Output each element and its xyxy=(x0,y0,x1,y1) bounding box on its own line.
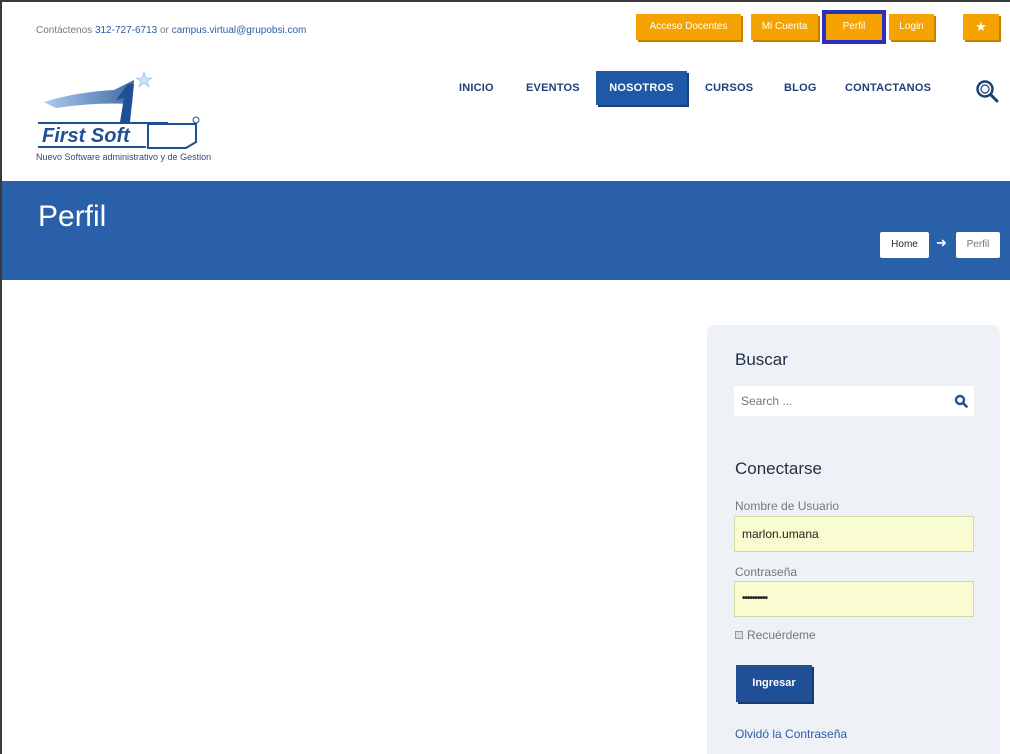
search-submit-icon[interactable] xyxy=(954,394,968,408)
breadcrumb-current: Perfil xyxy=(956,232,1000,258)
nav-eventos[interactable]: EVENTOS xyxy=(526,82,580,94)
login-button[interactable]: Login xyxy=(889,14,934,40)
nav-contactanos[interactable]: CONTACTANOS xyxy=(845,82,931,94)
first-soft-logo-icon: First Soft xyxy=(38,71,200,149)
forgot-password-link[interactable]: Olvidó la Contraseña xyxy=(735,727,847,741)
search-heading: Buscar xyxy=(735,350,788,369)
phone-link[interactable]: 312-727-6713 xyxy=(95,25,157,36)
remember-label: Recuérdeme xyxy=(747,628,816,642)
login-heading: Conectarse xyxy=(735,459,822,478)
page-title: Perfil xyxy=(38,200,107,233)
ingresar-button[interactable]: Ingresar xyxy=(736,665,812,702)
remember-checkbox[interactable] xyxy=(735,631,743,639)
acceso-docentes-button[interactable]: Acceso Docentes xyxy=(636,14,741,40)
site-logo[interactable]: First Soft xyxy=(36,70,206,160)
nav-nosotros[interactable]: NOSOTROS xyxy=(596,71,687,105)
search-input[interactable]: Search ... xyxy=(734,386,974,416)
contact-info: Contáctenos 312-727-6713 or campus.virtu… xyxy=(36,25,306,36)
username-label: Nombre de Usuario xyxy=(735,499,840,513)
remember-me[interactable]: Recuérdeme xyxy=(735,628,816,642)
mi-cuenta-button[interactable]: Mi Cuenta xyxy=(751,14,818,40)
breadcrumb-home[interactable]: Home xyxy=(880,232,929,258)
password-field[interactable]: •••••••••• xyxy=(734,581,974,617)
nav-inicio[interactable]: INICIO xyxy=(459,82,494,94)
password-label: Contraseña xyxy=(735,565,798,579)
nav-blog[interactable]: BLOG xyxy=(784,82,817,94)
star-icon: ★ xyxy=(975,19,987,34)
email-link[interactable]: campus.virtual@grupobsi.com xyxy=(172,25,307,36)
svg-text:First Soft: First Soft xyxy=(42,125,131,147)
star-button[interactable]: ★ xyxy=(963,14,999,40)
page-banner xyxy=(2,181,1010,280)
site-tagline: Nuevo Software administrativo y de Gesti… xyxy=(36,152,212,162)
search-icon[interactable] xyxy=(975,79,999,103)
breadcrumb-arrow-icon: ➜ xyxy=(936,235,947,250)
contact-prefix: Contáctenos xyxy=(36,25,93,36)
contact-or: or xyxy=(160,25,169,36)
username-field[interactable]: marlon.umana xyxy=(734,516,974,552)
perfil-highlight-box xyxy=(822,10,886,44)
nav-cursos[interactable]: CURSOS xyxy=(705,82,753,94)
